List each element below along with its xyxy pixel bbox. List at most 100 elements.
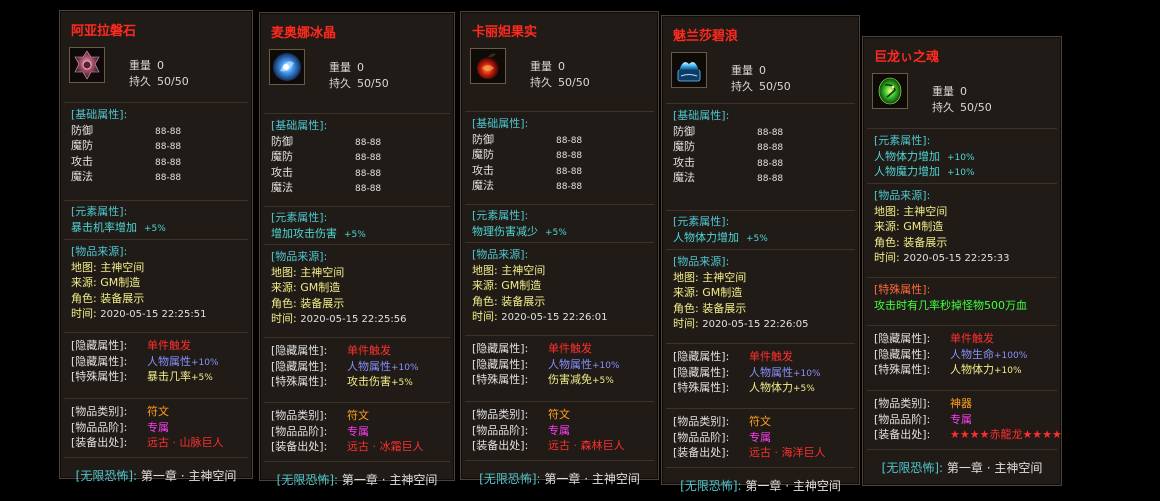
hidden-attribute-value: 人物属性 xyxy=(548,357,592,371)
item-source-value: 主神空间 xyxy=(501,263,546,277)
item-source-key: 时间: xyxy=(673,317,699,330)
hidden-attribute-bonus: +10% xyxy=(793,368,821,379)
item-icon-slot[interactable] xyxy=(470,48,506,84)
item-source-section: [物品来源]: 地图: 主神空间 来源: GM制造 角色: 装备展示 时间: 2020-… xyxy=(874,188,1057,266)
item-category-row: [物品品阶]: 专属 xyxy=(673,430,855,446)
item-category-value: 符文 xyxy=(147,405,169,418)
series-footer-label: [无限恐怖]: xyxy=(276,473,339,487)
item-source-key: 来源: xyxy=(673,286,699,299)
hidden-attribute-label: [隐藏属性]: xyxy=(271,344,328,357)
base-attribute-row: 魔法 88-88 xyxy=(71,169,248,185)
hidden-attribute-row: [隐藏属性]: 人物属性+10% xyxy=(673,365,855,381)
item-icon-slot[interactable] xyxy=(671,52,707,88)
item-category-row: [物品类别]: 符文 xyxy=(472,407,654,423)
item-source-value: GM制造 xyxy=(300,281,341,294)
item-category-row: [装备出处]: ★★★★赤龍龙★★★★ xyxy=(874,427,1062,443)
weight-label: 重量 xyxy=(932,85,954,98)
durability-stat: 持久 50/50 xyxy=(329,75,389,91)
section-divider xyxy=(64,332,248,333)
element-attributes-header: [元素属性]: xyxy=(71,205,128,218)
hidden-attribute-value: 暴击几率 xyxy=(147,370,191,383)
item-source-row: 时间: 2020-05-15 22:26:01 xyxy=(472,309,654,325)
hidden-attribute-label: [隐藏属性]: xyxy=(472,342,529,355)
base-attribute-row: 魔防 88-88 xyxy=(271,149,450,165)
item-source-header: [物品来源]: xyxy=(71,245,128,258)
section-divider xyxy=(465,335,654,336)
item-source-value: 主神空间 xyxy=(300,265,345,279)
item-tooltip-card: 巨龙ぃ之魂 重量 0 持久 50/50 [元素属性]: 人物体力增加 +10% 人物魔力增加 … xyxy=(862,36,1062,486)
item-source-key: 角色: xyxy=(673,301,699,315)
item-category-label: [装备出处]: xyxy=(874,428,931,441)
item-icon-slot[interactable] xyxy=(69,47,105,83)
item-source-section: [物品来源]: 地图: 主神空间 来源: GM制造 角色: 装备展示 时间: 2020-… xyxy=(673,254,855,332)
item-category-section: [物品类别]: 符文 [物品品阶]: 专属 [装备出处]: 远古 · 山脉巨人 xyxy=(71,404,248,451)
item-source-value: 主神空间 xyxy=(903,204,948,218)
item-source-value: 装备展示 xyxy=(300,296,345,310)
hidden-attribute-value: 人物生命 xyxy=(950,347,994,361)
weight-value: 0 xyxy=(759,64,766,77)
base-attribute-row: 魔防 88-88 xyxy=(472,147,654,163)
item-source-key: 地图: xyxy=(874,204,900,218)
item-source-key: 角色: xyxy=(271,296,297,310)
item-icon-slot[interactable] xyxy=(872,73,908,109)
base-attribute-name: 魔防 xyxy=(271,150,293,163)
durability-label: 持久 xyxy=(329,77,351,90)
item-source-key: 来源: xyxy=(71,276,97,289)
item-source-row: 角色: 装备展示 xyxy=(271,296,450,312)
green-dragon-orb-icon xyxy=(874,75,906,107)
item-source-value: GM制造 xyxy=(702,286,743,299)
hidden-attribute-bonus: +5% xyxy=(191,373,213,383)
item-category-row: [物品类别]: 神器 xyxy=(874,396,1057,412)
hidden-attribute-label: [隐藏属性]: xyxy=(71,354,128,368)
hidden-attribute-row: [隐藏属性]: 单件触发 xyxy=(271,343,450,359)
weight-label: 重量 xyxy=(129,59,151,72)
item-tooltip-card: 魅兰莎碧浪 重量 0 持久 50/50 [基础属性]: 防御 88-88 魔防 88-88 攻击 88… xyxy=(661,15,860,493)
item-category-value: 远古 · 山脉巨人 xyxy=(147,436,224,449)
special-attribute-section: [特殊属性]: 攻击时有几率秒掉怪物500万血 xyxy=(874,282,1057,313)
hidden-attribute-value: 人物属性 xyxy=(749,365,793,379)
section-divider xyxy=(666,249,855,250)
item-category-label: [装备出处]: xyxy=(673,446,730,459)
item-source-row: 地图: 主神空间 xyxy=(472,263,654,279)
hidden-attributes-section: [隐藏属性]: 单件触发 [隐藏属性]: 人物属性+10% [特殊属性]: 暴击几率+5% xyxy=(71,338,248,385)
item-source-value: 装备展示 xyxy=(702,301,747,315)
item-source-key: 时间: xyxy=(874,251,900,264)
weight-value: 0 xyxy=(960,85,967,98)
item-icon-slot[interactable] xyxy=(269,49,305,85)
hidden-attribute-row: [特殊属性]: 人物体力+10% xyxy=(874,362,1057,378)
item-category-value: 专属 xyxy=(548,423,570,437)
item-tooltip-card: 麦奥娜冰晶 重量 0 持久 50/50 [基础属性]: 防御 88-88 魔防 88-88 攻击 88… xyxy=(259,12,455,487)
base-attribute-row: 攻击 88-88 xyxy=(673,155,855,171)
hidden-attribute-label: [隐藏属性]: xyxy=(874,332,931,345)
hidden-attribute-bonus: +100% xyxy=(994,350,1028,361)
element-attributes-section: [元素属性]: 物理伤害减少 +5% xyxy=(472,208,654,239)
red-fruit-icon xyxy=(472,50,504,82)
section-divider xyxy=(465,460,654,461)
hidden-attribute-label: [隐藏属性]: xyxy=(271,359,328,373)
series-footer: [无限恐怖]: 第一章 · 主神空间 xyxy=(863,459,1061,476)
series-footer-label: [无限恐怖]: xyxy=(75,469,138,483)
section-divider xyxy=(264,461,450,462)
hidden-attribute-value: 人物属性 xyxy=(147,354,191,368)
base-attribute-value: 88-88 xyxy=(556,151,583,161)
base-attribute-value: 88-88 xyxy=(556,182,583,192)
element-attribute-value: +5% xyxy=(344,229,366,240)
element-attribute-name: 人物魔力增加 xyxy=(874,165,940,178)
section-divider xyxy=(264,244,450,245)
weight-value: 0 xyxy=(157,59,164,72)
element-attributes-section: [元素属性]: 人物体力增加 +5% xyxy=(673,214,855,245)
item-source-value: 2020-05-15 22:26:05 xyxy=(702,319,809,330)
item-title: 卡丽妲果实 xyxy=(472,25,538,40)
item-source-row: 来源: GM制造 xyxy=(874,219,1057,235)
base-attribute-name: 魔法 xyxy=(71,170,93,183)
item-category-label: [装备出处]: xyxy=(271,440,328,453)
blue-wave-icon xyxy=(673,54,705,86)
weight-label: 重量 xyxy=(530,60,552,73)
item-category-label: [物品品阶]: xyxy=(271,424,328,438)
base-attribute-value: 88-88 xyxy=(155,173,182,183)
item-source-row: 地图: 主神空间 xyxy=(271,265,450,281)
durability-stat: 持久 50/50 xyxy=(129,73,189,89)
hidden-attribute-row: [特殊属性]: 人物体力+5% xyxy=(673,380,855,396)
item-category-row: [装备出处]: 远古 · 冰霜巨人 xyxy=(271,439,450,455)
section-divider xyxy=(465,111,654,112)
